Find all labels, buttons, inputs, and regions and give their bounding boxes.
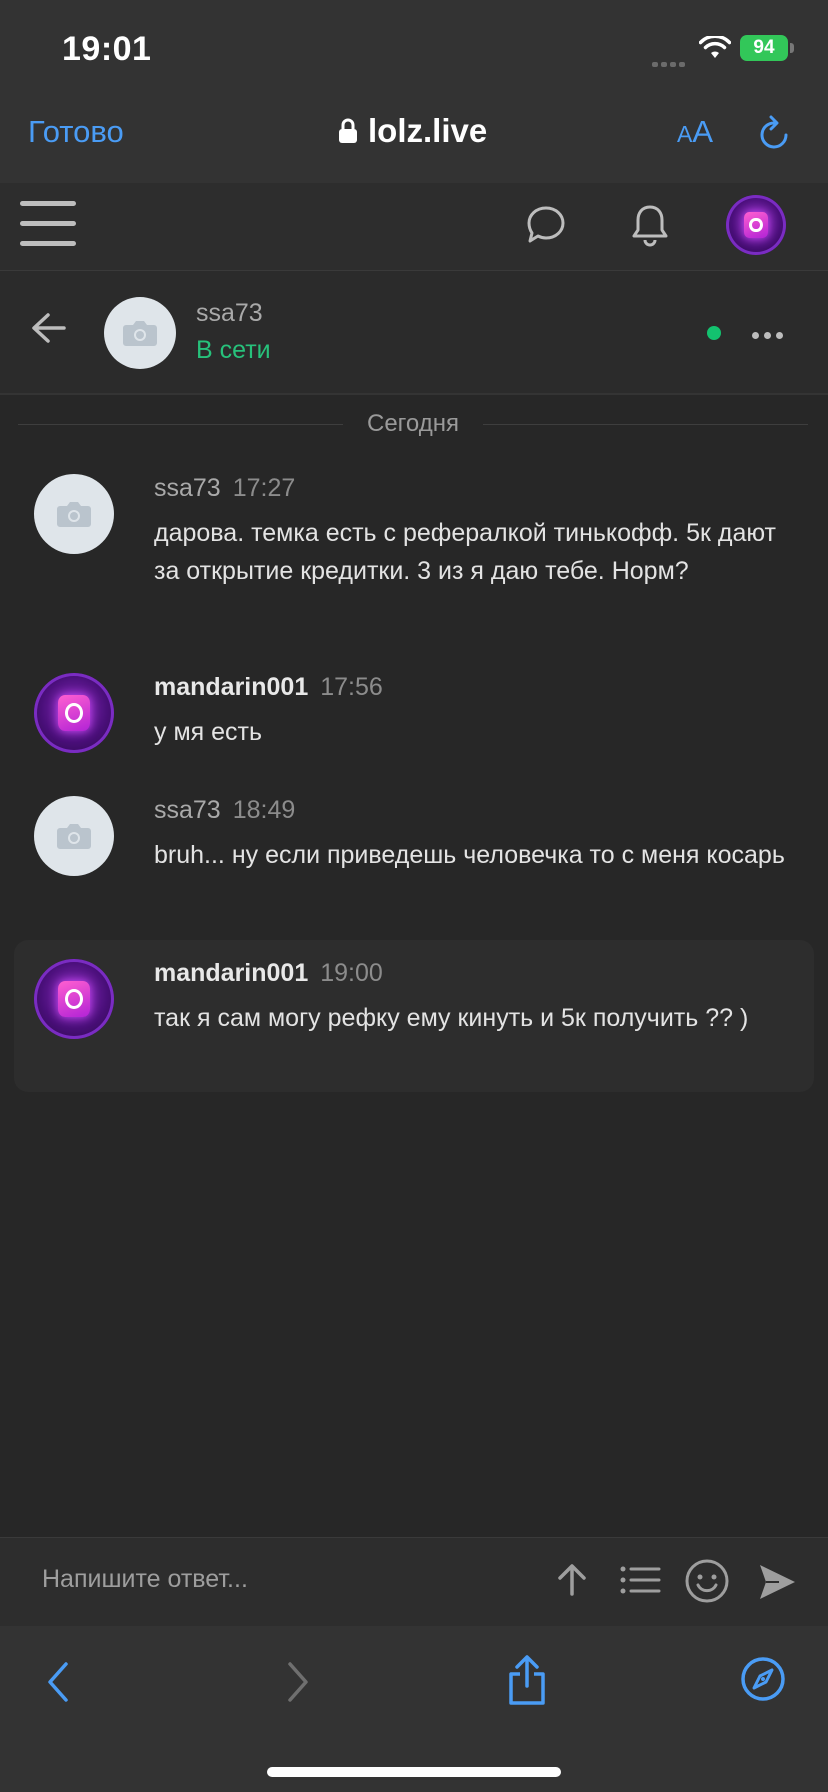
wifi-icon bbox=[699, 36, 731, 58]
compass-icon[interactable] bbox=[740, 1656, 786, 1702]
share-icon[interactable] bbox=[506, 1654, 548, 1706]
message-item-highlighted: mandarin001 19:00 так я сам могу рефку ем… bbox=[14, 940, 814, 1092]
chat-bubble-icon[interactable] bbox=[524, 203, 568, 247]
date-divider: Сегодня bbox=[18, 410, 808, 440]
battery-indicator: 94 bbox=[740, 35, 788, 61]
status-time: 19:01 bbox=[62, 30, 152, 68]
reply-bar bbox=[0, 1537, 828, 1626]
message-time: 19:00 bbox=[320, 959, 383, 987]
lock-icon bbox=[339, 118, 357, 143]
date-divider-label: Сегодня bbox=[343, 410, 483, 437]
message-author[interactable]: mandarin001 bbox=[154, 959, 308, 987]
battery-level: 94 bbox=[753, 37, 775, 58]
text-size-small: A bbox=[677, 121, 693, 147]
address-bar[interactable]: lolz.live bbox=[338, 112, 487, 150]
message-avatar[interactable] bbox=[34, 796, 114, 876]
conversation-header: ssa73 В сети bbox=[0, 271, 828, 395]
message-time: 17:56 bbox=[320, 673, 383, 701]
home-indicator bbox=[267, 1767, 561, 1777]
more-options-icon[interactable] bbox=[752, 326, 788, 344]
message-author[interactable]: ssa73 bbox=[154, 474, 221, 502]
camera-icon bbox=[57, 824, 91, 849]
message-author[interactable]: mandarin001 bbox=[154, 673, 308, 701]
menu-icon[interactable] bbox=[20, 201, 76, 249]
message-avatar[interactable] bbox=[34, 959, 114, 1039]
text-size-large: A bbox=[692, 114, 714, 149]
partner-name[interactable]: ssa73 bbox=[196, 299, 263, 328]
message-time: 18:49 bbox=[232, 796, 296, 824]
message-item: mandarin001 17:56 у мя есть bbox=[14, 673, 814, 763]
url-text: lolz.live bbox=[368, 112, 488, 149]
bell-icon[interactable] bbox=[628, 202, 672, 248]
message-text: так я сам могу рефку ему кинуть и 5к пол… bbox=[154, 1004, 749, 1032]
message-avatar[interactable] bbox=[34, 673, 114, 753]
site-header bbox=[0, 183, 828, 271]
message-avatar[interactable] bbox=[34, 474, 114, 554]
partner-avatar[interactable] bbox=[104, 297, 176, 369]
message-item: ssa73 17:27 дарова. темка есть с рефералк… bbox=[14, 474, 814, 614]
message-time: 17:27 bbox=[232, 474, 296, 502]
user-avatar[interactable] bbox=[726, 195, 786, 255]
forward-chevron-icon[interactable] bbox=[282, 1660, 312, 1704]
cellular-signal-icon bbox=[652, 54, 688, 72]
message-text: bruh... ну если приведешь человечка то с… bbox=[154, 841, 785, 869]
back-chevron-icon[interactable] bbox=[44, 1660, 74, 1704]
smiley-icon[interactable] bbox=[684, 1558, 730, 1604]
text-size-button[interactable]: AA bbox=[677, 114, 713, 150]
online-indicator bbox=[707, 326, 721, 340]
camera-icon bbox=[123, 321, 157, 346]
reply-input[interactable] bbox=[40, 1564, 514, 1595]
message-text: дарова. темка есть с рефералкой тинькофф… bbox=[154, 519, 776, 585]
camera-icon bbox=[57, 502, 91, 527]
battery-tip bbox=[790, 43, 794, 53]
list-icon[interactable] bbox=[618, 1560, 662, 1600]
send-icon[interactable] bbox=[757, 1562, 797, 1602]
done-button[interactable]: Готово bbox=[28, 114, 124, 150]
message-text: у мя есть bbox=[154, 718, 262, 746]
reload-icon[interactable] bbox=[758, 115, 792, 151]
back-arrow-icon[interactable] bbox=[28, 307, 70, 349]
partner-online-status: В сети bbox=[196, 336, 271, 364]
arrow-up-icon[interactable] bbox=[552, 1560, 592, 1600]
browser-top-bar: 19:01 94 Готово lolz.live AA bbox=[0, 0, 828, 183]
message-item: ssa73 18:49 bruh... ну если приведешь чел… bbox=[14, 796, 814, 916]
message-author[interactable]: ssa73 bbox=[154, 796, 221, 824]
